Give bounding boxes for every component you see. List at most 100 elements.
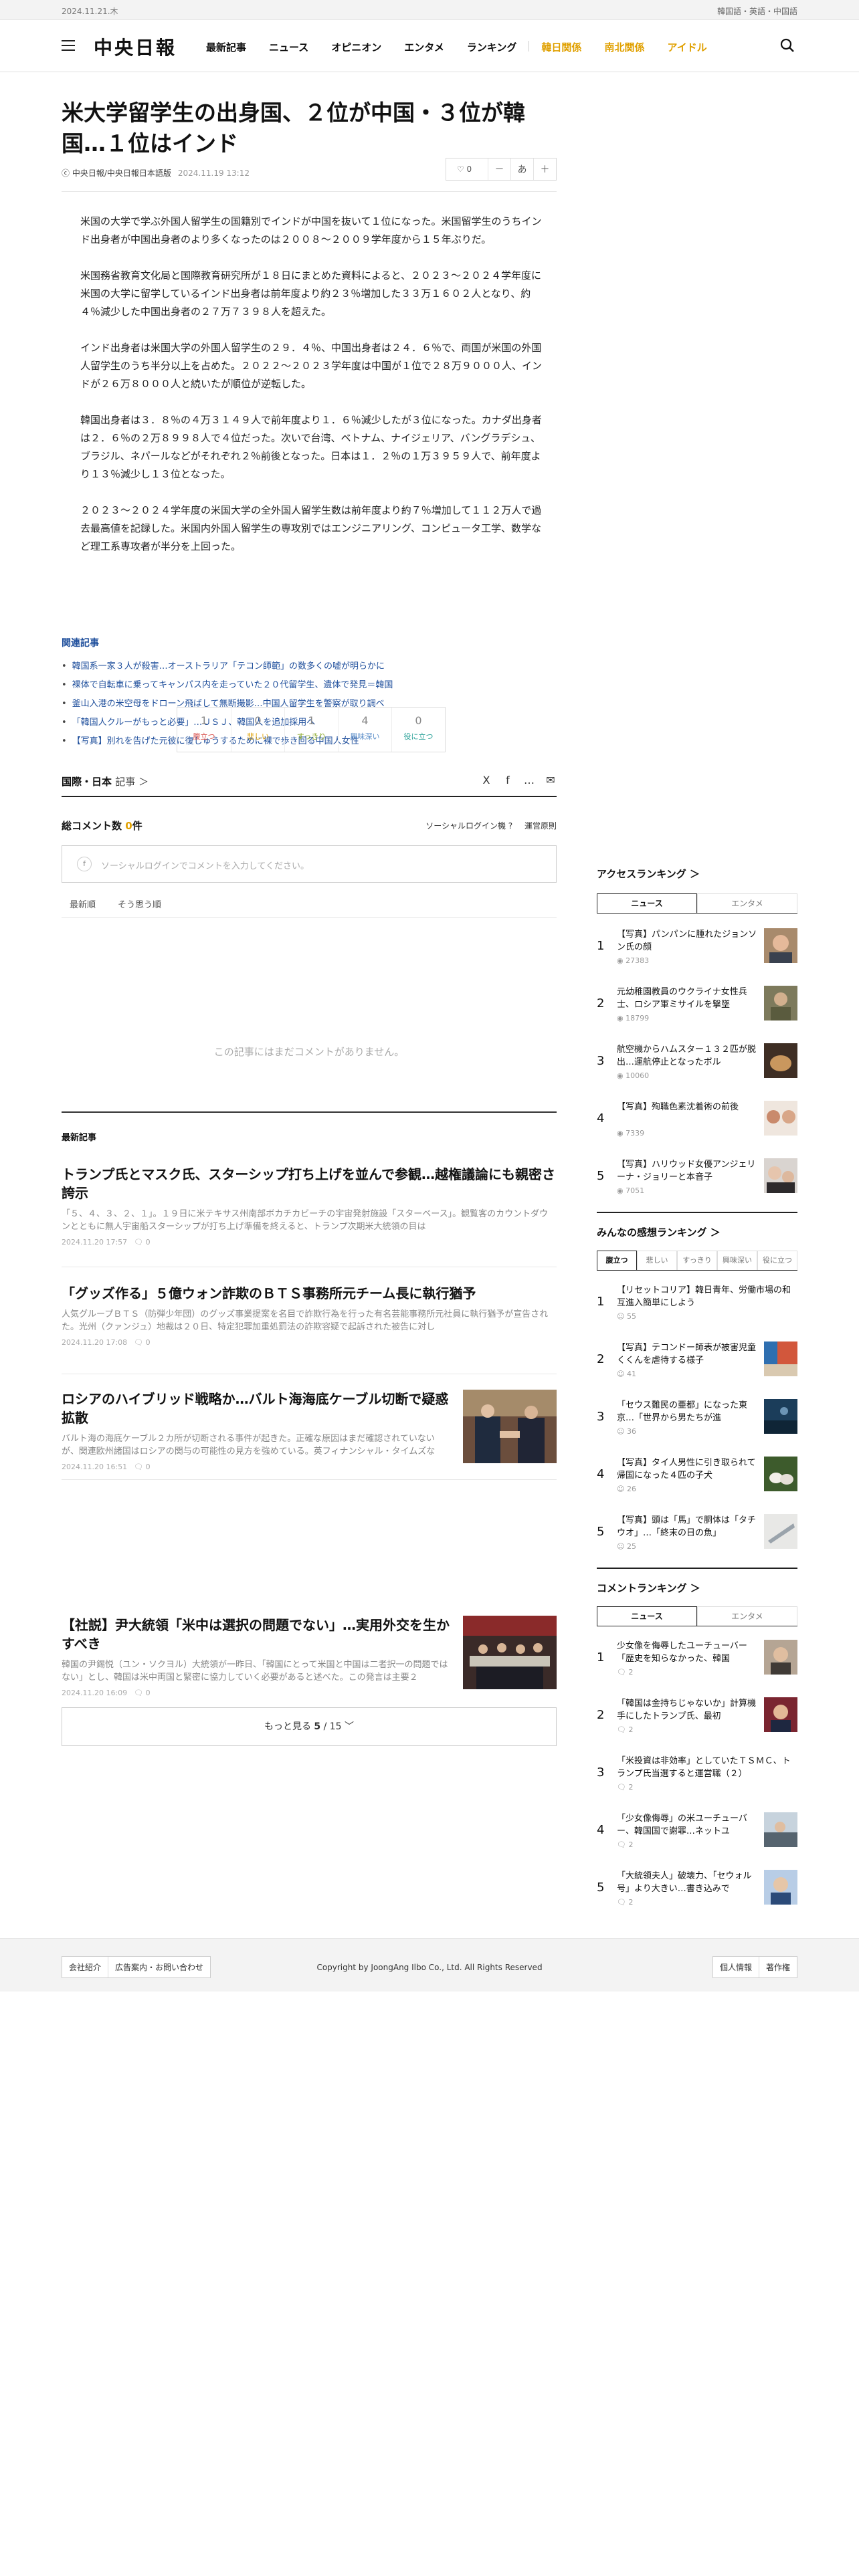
rank-thumbnail[interactable] (764, 1697, 797, 1732)
rank-title[interactable]: 元幼稚園教員のウクライナ女性兵士、ロシア軍ミサイルを撃墜 (617, 986, 757, 1011)
rank-title[interactable]: 「少女像侮辱」の米ユーチューバー、韓国国で謝罪…ネットユ (617, 1812, 757, 1838)
tab-sad[interactable]: 悲しい (637, 1251, 677, 1270)
rank-title[interactable]: 【写真】頭は「馬」で胴体は「タチウオ」…「終末の日の魚」 (617, 1514, 757, 1539)
rank-thumbnail[interactable] (764, 1812, 797, 1847)
ranking-item[interactable]: 4 【写真】殉職色素沈着術の前後 ◉ 7339 (597, 1090, 797, 1148)
latest-article-title[interactable]: ロシアのハイブリッド戦略か…バルト海海底ケーブル切断で疑惑拡散 (62, 1390, 450, 1427)
section-link[interactable]: 国際・日本 記事 ＞ (62, 774, 149, 788)
ranking-item[interactable]: 1 【リセットコリア】韓日青年、労働市場の和互進入簡単にしよう ☺ 55 (597, 1273, 797, 1331)
message-share-icon[interactable]: … (523, 774, 535, 786)
search-icon[interactable] (780, 38, 795, 53)
privacy-link[interactable]: 個人情報 (713, 1957, 759, 1977)
ranking-item[interactable]: 5 【写真】ハリウッド女優アンジェリーナ・ジョリーと本音子 ◉ 7051 (597, 1148, 797, 1205)
ranking-item[interactable]: 3 「セウス難民の亜都」になった東京…「世界から男たちが進 ☺ 36 (597, 1388, 797, 1446)
rank-number: 2 (597, 996, 605, 1010)
nav-north-south[interactable]: 南北関係 (604, 40, 644, 54)
rank-title[interactable]: 「セウス難民の亜都」になった東京…「世界から男たちが進 (617, 1399, 757, 1424)
tab-interesting[interactable]: 興味深い (717, 1251, 757, 1270)
social-login-link[interactable]: ソーシャルログイン機 ? (425, 821, 512, 831)
rank-title[interactable]: 【写真】ハリウッド女優アンジェリーナ・ジョリーと本音子 (617, 1158, 757, 1184)
load-more-button[interactable]: もっと見る 5 / 15 ﹀ (62, 1707, 557, 1746)
copyright-link[interactable]: 著作権 (758, 1957, 797, 1977)
x-share-icon[interactable]: X (480, 774, 492, 786)
rank-thumbnail[interactable] (764, 1341, 797, 1376)
rank-title[interactable]: 少女像を侮辱したユーチューバー「歴史を知らなかった、韓国 (617, 1640, 757, 1665)
rank-title[interactable]: 【写真】タイ人男性に引き取られて帰国になった４匹の子犬 (617, 1457, 757, 1482)
policy-link[interactable]: 運営原則 (524, 821, 557, 831)
share-buttons: X f … ✉ (480, 774, 557, 786)
ranking-item[interactable]: 4 「少女像侮辱」の米ユーチューバー、韓国国で謝罪…ネットユ 🗨 2 (597, 1802, 797, 1859)
rank-title[interactable]: 航空機からハムスター１３２匹が脱出…運航停止となったボル (617, 1043, 757, 1069)
rank-thumbnail[interactable] (764, 1457, 797, 1491)
rank-thumbnail[interactable] (764, 1101, 797, 1136)
language-links[interactable]: 韓国語・英語・中国語 (717, 5, 797, 17)
rank-title[interactable]: 【リセットコリア】韓日青年、労働市場の和互進入簡単にしよう (617, 1284, 794, 1309)
ranking-item[interactable]: 5 【写真】頭は「馬」で胴体は「タチウオ」…「終末の日の魚」 ☺ 25 (597, 1503, 797, 1561)
latest-article-comments: 0 (145, 1689, 151, 1697)
rank-reactions: ☺ 36 (617, 1427, 636, 1436)
rank-title[interactable]: 【写真】殉職色素沈着術の前後 (617, 1101, 757, 1113)
ranking-item[interactable]: 2 「韓国は金持ちじゃないか」計算機手にしたトランプ氏、最初 🗨 2 (597, 1687, 797, 1744)
latest-article[interactable]: 「グッズ作る」５億ウォン詐欺のＢＴＳ事務所元チーム長に執行猶予 人気グループＢＴ… (62, 1284, 557, 1347)
ranking-item[interactable]: 3 航空機からハムスター１３２匹が脱出…運航停止となったボル ◉ 10060 (597, 1033, 797, 1090)
access-ranking-title[interactable]: アクセスランキング ＞ (597, 867, 700, 881)
rank-comment-count: 2 (628, 1783, 634, 1792)
rank-number: 3 (597, 1054, 605, 1068)
tab-angry[interactable]: 腹立つ (597, 1251, 637, 1270)
rank-thumbnail[interactable] (764, 1514, 797, 1549)
rank-title[interactable]: 「米投資は非効率」としていたＴＳＭＣ、トランプ氏当選すると運営職（２） (617, 1755, 794, 1780)
latest-article-title[interactable]: トランプ氏とマスク氏、スターシップ打ち上げを並んで参観…越権議論にも親密さ誇示 (62, 1165, 557, 1202)
latest-article[interactable]: トランプ氏とマスク氏、スターシップ打ち上げを並んで参観…越権議論にも親密さ誇示 … (62, 1165, 557, 1247)
rank-thumbnail[interactable] (764, 986, 797, 1021)
rank-title[interactable]: 【写真】テコンドー師表が被害児童くくんを虐待する様子 (617, 1341, 757, 1367)
comment-ranking-title[interactable]: コメントランキング ＞ (597, 1581, 700, 1595)
ranking-item[interactable]: 1 少女像を侮辱したユーチューバー「歴史を知らなかった、韓国 🗨 2 (597, 1629, 797, 1687)
rank-comment-count: 2 (628, 1668, 634, 1677)
ranking-item[interactable]: 1 【写真】パンパンに腫れたジョンソン氏の顔 ◉ 27383 (597, 918, 797, 975)
rank-title[interactable]: 【写真】パンパンに腫れたジョンソン氏の顔 (617, 928, 757, 954)
comment-input[interactable]: f ソーシャルログインでコメントを入力してください。 (62, 845, 557, 883)
latest-article-title[interactable]: 【社説】尹大統領「米中は選択の問題でない」…実用外交を生かすべき (62, 1616, 450, 1653)
ranking-item[interactable]: 2 【写真】テコンドー師表が被害児童くくんを虐待する様子 ☺ 41 (597, 1331, 797, 1388)
rank-number: 1 (597, 1650, 605, 1665)
comments-count: 0 (125, 820, 132, 832)
sort-agree-tab[interactable]: そう思う順 (118, 897, 161, 910)
ranking-item[interactable]: 2 元幼稚園教員のウクライナ女性兵士、ロシア軍ミサイルを撃墜 ◉ 18799 (597, 975, 797, 1033)
sort-latest-tab[interactable]: 最新順 (70, 897, 96, 910)
rank-comments: 🗨 2 (617, 1898, 633, 1907)
emotion-ranking-title[interactable]: みんなの感想ランキング ＞ (597, 1225, 721, 1239)
rank-thumbnail[interactable] (764, 1870, 797, 1905)
email-share-icon[interactable]: ✉ (545, 774, 557, 786)
rank-thumbnail[interactable] (764, 1043, 797, 1078)
rank-thumbnail[interactable] (764, 1158, 797, 1193)
rank-thumbnail[interactable] (764, 1399, 797, 1434)
latest-article[interactable]: 【社説】尹大統領「米中は選択の問題でない」…実用外交を生かすべき 韓国の尹錫悦（… (62, 1616, 557, 1697)
tab-useful[interactable]: 役に立つ (757, 1251, 797, 1270)
ranking-item[interactable]: 4 【写真】タイ人男性に引き取られて帰国になった４匹の子犬 ☺ 26 (597, 1446, 797, 1503)
sidebar-divider (597, 1568, 797, 1569)
eye-icon: ◉ (617, 1014, 626, 1023)
latest-article-comments: 0 (145, 1463, 151, 1471)
article-thumbnail[interactable] (463, 1616, 557, 1689)
facebook-icon: f (77, 857, 92, 871)
rank-thumbnail[interactable] (764, 928, 797, 963)
tab-refreshing[interactable]: すっきり (677, 1251, 717, 1270)
tab-news[interactable]: ニュース (597, 893, 697, 913)
rank-title[interactable]: 「大統領夫人」破壊力、「セウォル号」より大きい…書き込みで (617, 1870, 757, 1895)
article-thumbnail[interactable] (463, 1390, 557, 1463)
comment-icon: 🗨 (617, 1725, 629, 1734)
site-footer: 会社紹介 広告案内・お問い合わせ Copyright by JoongAng I… (0, 1938, 859, 1992)
chevron-down-icon: ﹀ (345, 1721, 355, 1732)
ranking-item[interactable]: 5 「大統領夫人」破壊力、「セウォル号」より大きい…書き込みで 🗨 2 (597, 1859, 797, 1917)
ranking-item[interactable]: 3 「米投資は非効率」としていたＴＳＭＣ、トランプ氏当選すると運営職（２） 🗨 … (597, 1744, 797, 1802)
latest-article-title[interactable]: 「グッズ作る」５億ウォン詐欺のＢＴＳ事務所元チーム長に執行猶予 (62, 1284, 557, 1303)
tab-news[interactable]: ニュース (597, 1606, 697, 1626)
rank-thumbnail[interactable] (764, 1640, 797, 1675)
tab-entertainment[interactable]: エンタメ (697, 1606, 797, 1626)
rank-title[interactable]: 「韓国は金持ちじゃないか」計算機手にしたトランプ氏、最初 (617, 1697, 757, 1723)
latest-article[interactable]: ロシアのハイブリッド戦略か…バルト海海底ケーブル切断で疑惑拡散 バルト海の海底ケ… (62, 1390, 557, 1471)
tab-entertainment[interactable]: エンタメ (697, 893, 797, 913)
latest-article-summary: 「５、４、３、２、１」。１９日に米テキサス州南部ボカチカビーチの宇宙発射施設「ス… (62, 1209, 549, 1232)
nav-idol[interactable]: アイドル (667, 40, 706, 54)
facebook-share-icon[interactable]: f (502, 774, 514, 786)
